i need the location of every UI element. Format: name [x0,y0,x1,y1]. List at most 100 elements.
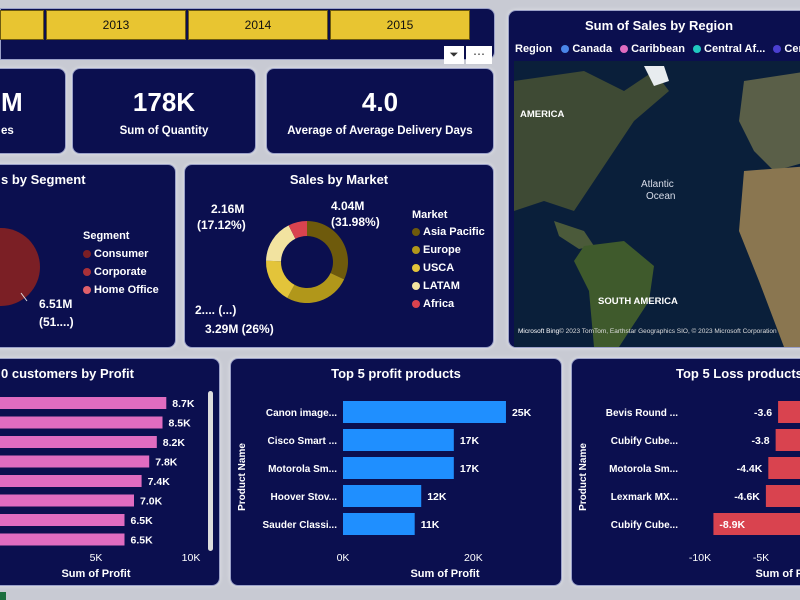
legend-item-asia-pacific[interactable]: Asia Pacific [412,226,485,238]
legend-item-canada[interactable]: Canada [561,43,612,55]
category-label: Cubify Cube... [611,520,678,531]
legend-item-corporate[interactable]: Corporate [83,266,159,278]
kpi-card-delivery-days: 4.0 Average of Average Delivery Days [266,68,494,154]
category-label: Bevis Round ... [606,408,678,419]
x-axis-title: Sum of Profit [61,568,130,580]
map-panel: Sum of Sales by Region Region Canada Car… [508,10,800,348]
legend-label: Europe [423,244,461,256]
category-label: Cubify Cube... [611,436,678,447]
bar-data-label: 12K [427,491,447,503]
legend-dot [83,286,91,295]
donut-slice-asia-pacific[interactable] [307,221,348,280]
customer-bar[interactable] [0,455,150,468]
legend-item-africa[interactable]: Africa [412,298,485,310]
market-label-latam-value: 2.16M [211,202,244,216]
donut-slice-usca[interactable] [266,260,295,298]
legend-dot [773,45,782,54]
x-tick-label: 10K [182,552,201,564]
loss-bar[interactable] [775,429,800,451]
customer-bar[interactable] [0,533,125,546]
profit-bar[interactable] [343,513,415,535]
customer-bar[interactable] [0,436,157,448]
legend-title: Market [412,209,448,221]
scrollbar[interactable] [208,391,213,551]
map-label-america: AMERICA [520,109,564,120]
legend-label: USCA [423,262,455,274]
bar-data-label: -3.6 [754,407,772,419]
legend-item-caribbean[interactable]: Caribbean [620,43,685,55]
bar-data-label: -4.4K [737,463,763,475]
map-legend: Region Canada Caribbean Central Af... Ce… [515,43,800,55]
x-tick-label: 5K [90,552,103,564]
category-label: Motorola Sm... [268,464,337,475]
legend-dot [693,45,702,54]
legend-label: Canada [572,43,613,55]
category-label: Lexmark MX... [611,492,678,503]
market-label-asia-value: 4.04M [331,199,364,213]
pie-slice-consumer[interactable] [0,228,40,306]
legend-item-usca[interactable]: USCA [412,262,485,274]
kpi-value: 4.0 [361,87,399,117]
category-label: Cisco Smart ... [268,436,338,447]
customer-bar[interactable] [0,416,163,429]
legend-label: Central Af... [704,43,766,55]
segment-legend: Segment Consumer Corporate Home Office [83,230,159,296]
loss-bar[interactable] [768,457,800,479]
profit-bar[interactable] [343,401,506,423]
bar-data-label: 25K [512,407,532,419]
market-legend: Market Asia Pacific Europe USCA LATAM Af… [412,209,485,310]
market-chart-panel: Sales by Market 4.04M (31.98%) 2.16M (17… [184,164,494,348]
year-slicer-item[interactable] [0,10,44,40]
year-slicer-2013[interactable]: 2013 [46,10,186,40]
year-slicer-2015[interactable]: 2015 [330,10,470,40]
customer-bar[interactable] [0,514,125,526]
segment-chart-panel: s by Segment 6.51M (51....) Segment Cons… [0,164,176,348]
bar-data-label: 7.0K [140,496,163,508]
x-tick-label: -5K [753,552,769,564]
legend-dot [412,300,420,309]
kpi-value: M [1,87,23,117]
customer-bar[interactable] [0,494,134,507]
donut-slice-europe[interactable] [287,273,345,303]
legend-label: Africa [423,298,455,310]
loss-products-panel: Top 5 Loss products Bevis Round ... -3.6 C… [571,358,800,586]
legend-item-latam[interactable]: LATAM [412,280,485,292]
customers-chart-panel: 0 customers by Profit 8.7K 8.5K 8.2K 7.8K 7.… [0,358,220,586]
legend-title: Segment [83,230,130,242]
x-tick-label: 0K [337,552,350,564]
category-label: Sauder Classi... [263,520,338,531]
map-canvas[interactable]: AMERICA Atlantic Ocean SOUTH AMERICA © 2… [514,61,800,347]
profit-bar-svg: Canon image... 25K Cisco Smart ... 17K Motor… [237,401,532,580]
legend-title: Region [515,43,553,55]
profit-bar[interactable] [343,485,422,507]
filter-icon[interactable]: ⏷ [444,46,464,64]
legend-label: Caribbean [631,43,685,55]
donut-slice-latam[interactable] [266,225,296,262]
legend-item-consumer[interactable]: Consumer [83,248,159,260]
bar-data-label: 8.5K [169,418,192,430]
legend-dot [412,228,420,237]
profit-bar[interactable] [343,429,454,451]
customer-bar[interactable] [0,397,167,409]
profit-bar[interactable] [343,457,454,479]
more-options-icon[interactable]: ⋯ [466,46,492,64]
loss-bar[interactable] [765,485,800,507]
bar-data-label: 8.2K [163,437,186,449]
loss-bar[interactable] [778,401,800,423]
segment-data-label-pct: (51....) [39,315,74,329]
map-label-south-america: SOUTH AMERICA [598,296,678,307]
legend-item-central[interactable]: Central [773,43,800,55]
market-label-usca: 2.... (...) [195,303,236,317]
y-axis-title: Product Name [578,443,589,511]
legend-item-home-office[interactable]: Home Office [83,284,159,296]
legend-dot [83,250,91,259]
legend-item-europe[interactable]: Europe [412,244,485,256]
year-slicer-2014[interactable]: 2014 [188,10,328,40]
legend-item-central-africa[interactable]: Central Af... [693,43,765,55]
loss-bar-svg: Bevis Round ... -3.6 Cubify Cube... -3.8 Mot… [578,401,800,580]
kpi-label: es [1,125,14,137]
legend-label: Asia Pacific [423,226,485,238]
category-label: Hoover Stov... [271,492,338,503]
x-tick-label: 20K [464,552,483,564]
customer-bar[interactable] [0,475,142,487]
